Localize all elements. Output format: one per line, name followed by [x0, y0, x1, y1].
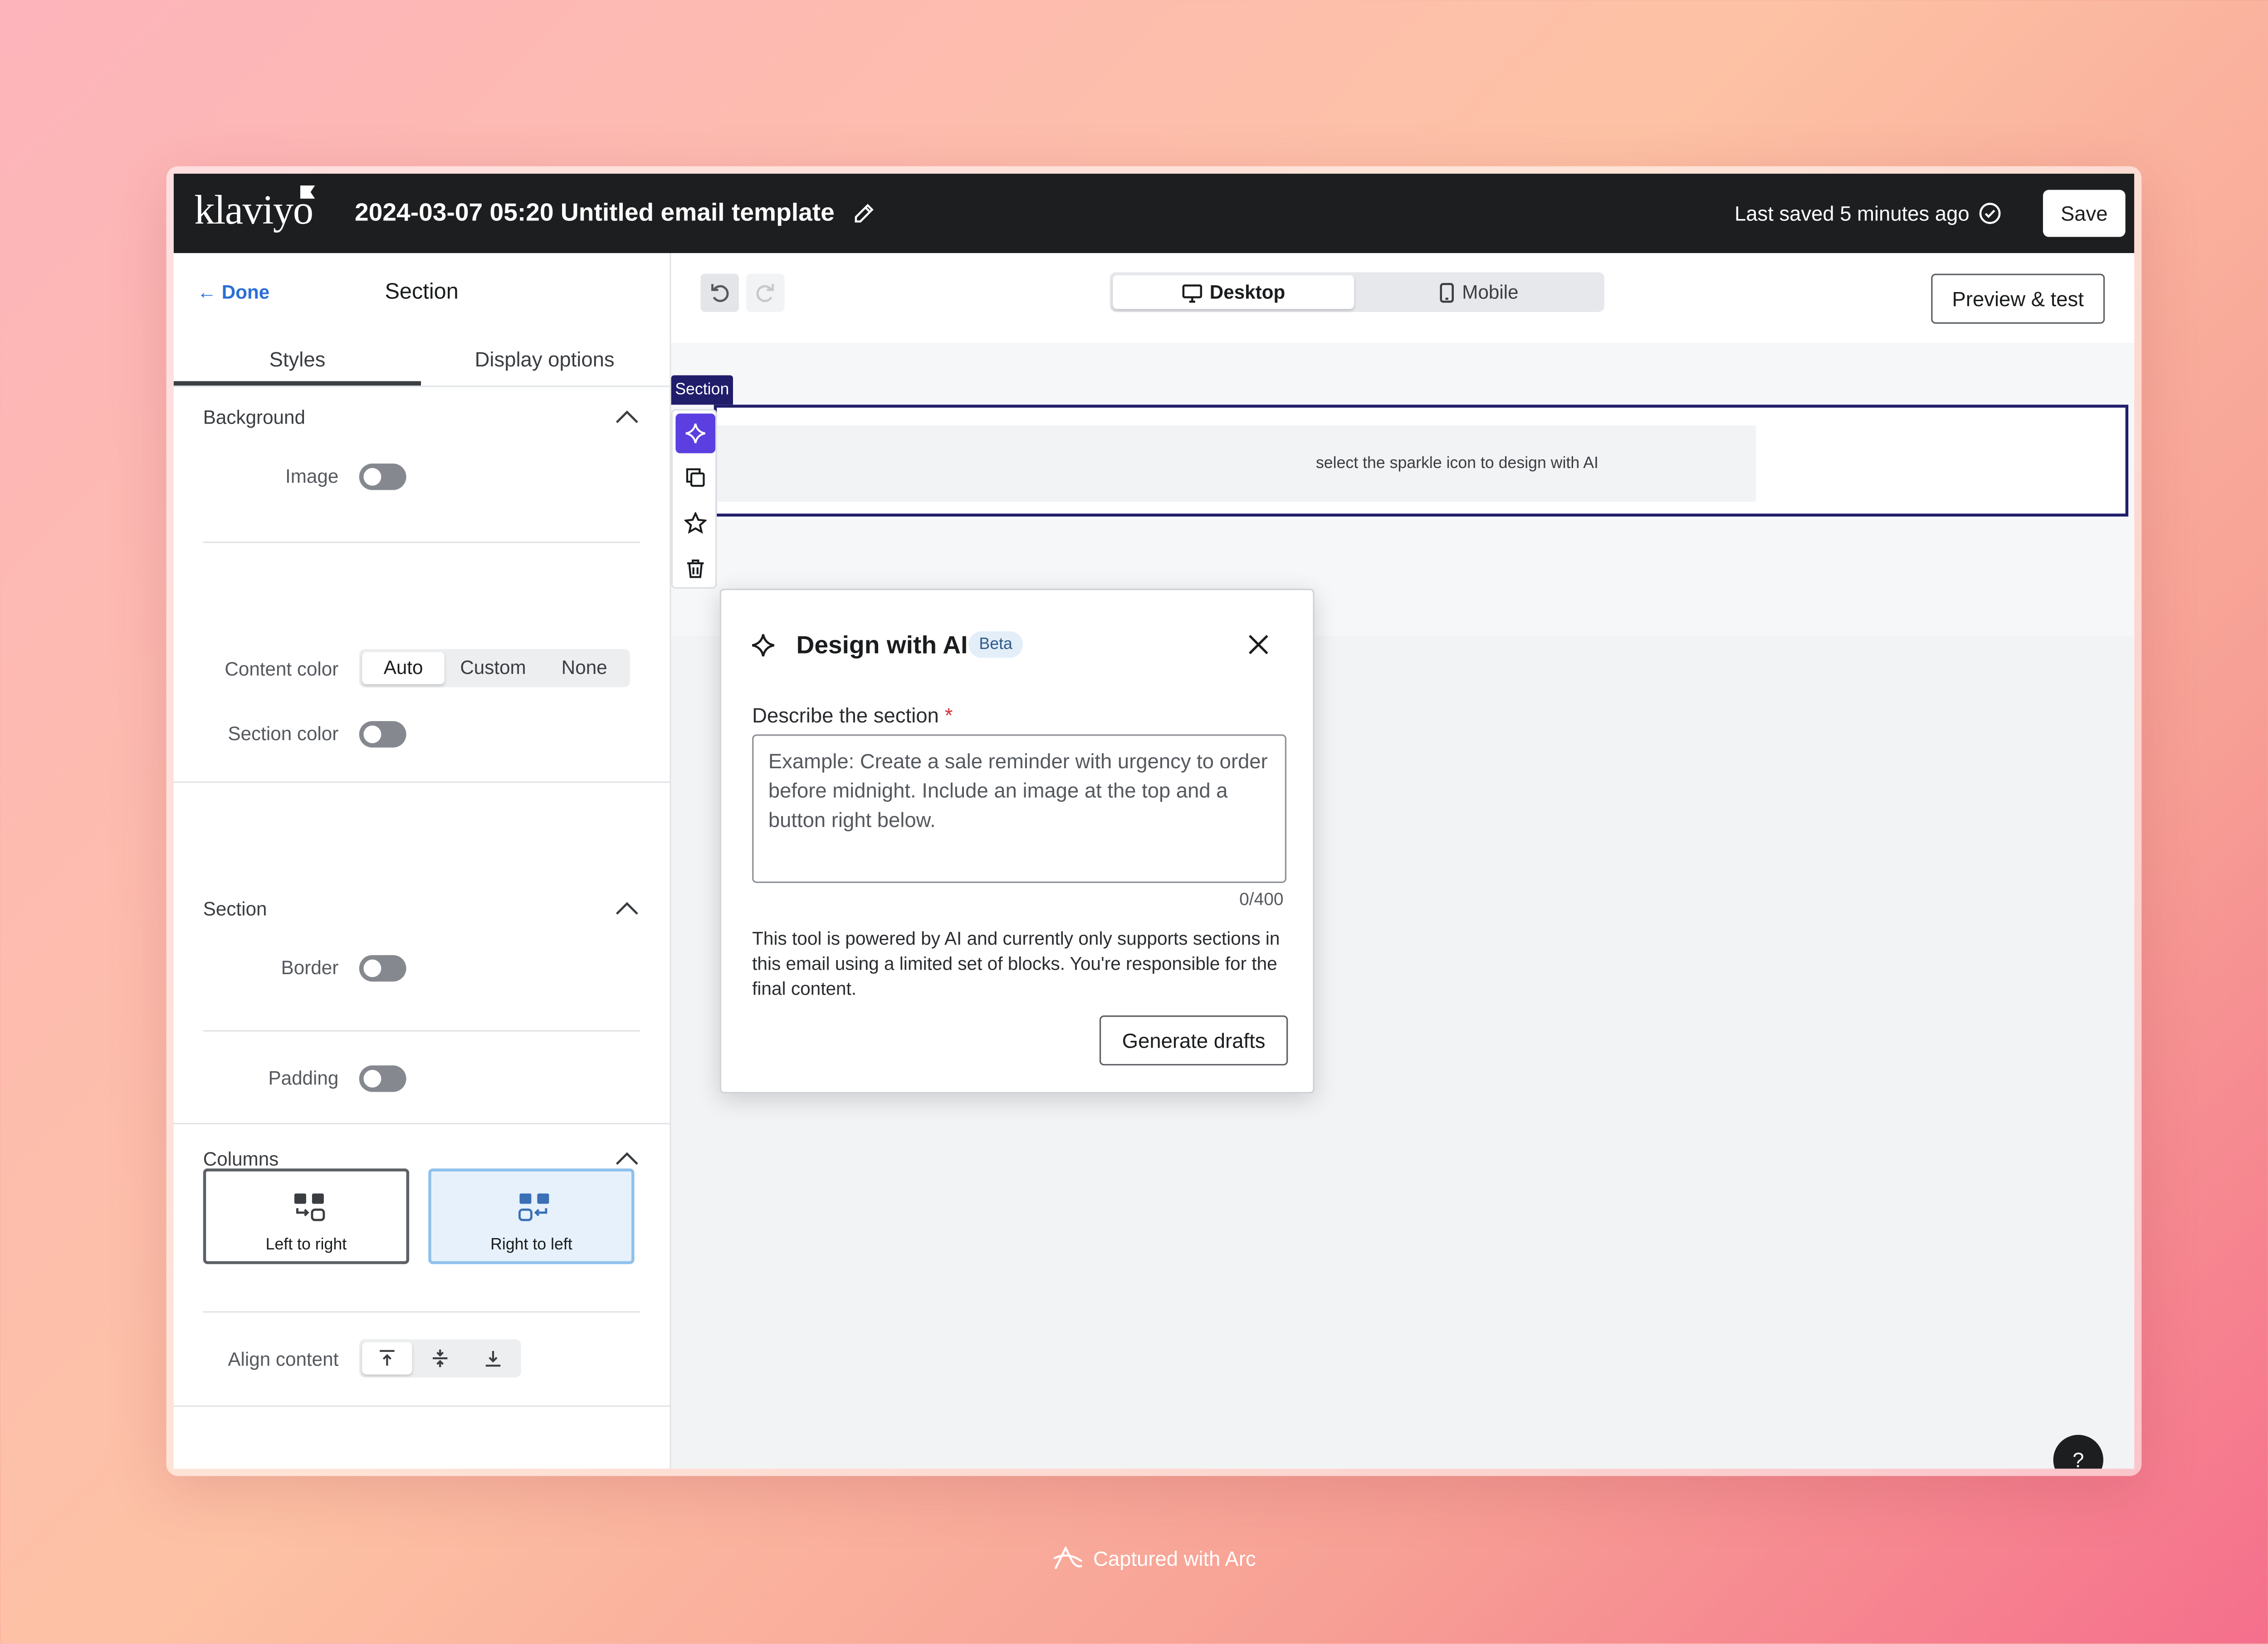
- section-settings-panel: ← Done Section Styles Display options Ba…: [173, 253, 671, 1469]
- describe-section-input[interactable]: [752, 734, 1287, 883]
- divider: [203, 1311, 640, 1313]
- image-label: Image: [285, 465, 339, 488]
- close-icon[interactable]: [1246, 633, 1270, 656]
- section-group-title: Section: [203, 898, 267, 920]
- captured-label: Captured with Arc: [1093, 1546, 1256, 1571]
- section-actions: [671, 409, 717, 589]
- undo-button[interactable]: [700, 273, 739, 312]
- empty-section-placeholder: select the sparkle icon to design with A…: [717, 425, 1756, 502]
- content-color-auto[interactable]: Auto: [362, 652, 445, 684]
- mobile-icon: [1440, 283, 1455, 303]
- left-to-right-option[interactable]: Left to right: [203, 1168, 410, 1264]
- image-toggle[interactable]: [359, 463, 406, 490]
- desktop-icon: [1182, 284, 1202, 303]
- canvas-toolbar: Desktop Mobile Preview & test: [671, 253, 2135, 345]
- duplicate-button[interactable]: [675, 458, 715, 498]
- sparkle-icon: [752, 634, 775, 657]
- align-middle-button[interactable]: [415, 1342, 465, 1374]
- right-to-left-label: Right to left: [490, 1236, 572, 1254]
- device-toggle: Desktop Mobile: [1110, 272, 1604, 312]
- mobile-label: Mobile: [1462, 281, 1519, 303]
- padding-toggle[interactable]: [359, 1065, 406, 1092]
- describe-section-text: Describe the section: [752, 703, 939, 727]
- section-color-toggle[interactable]: [359, 721, 406, 748]
- required-marker: *: [944, 703, 953, 727]
- columns-rtl-icon: [518, 1193, 549, 1221]
- dialog-title: Design with AI: [796, 631, 968, 659]
- design-with-ai-dialog: Design with AI Beta Describe the section…: [719, 588, 1315, 1093]
- check-circle-icon: [1979, 203, 2001, 224]
- align-bottom-button[interactable]: [468, 1342, 518, 1374]
- chevron-up-icon[interactable]: [615, 901, 639, 915]
- content-color-custom[interactable]: Custom: [447, 652, 538, 684]
- divider: [203, 541, 640, 543]
- chevron-up-icon[interactable]: [615, 1151, 639, 1166]
- align-top-icon: [380, 1350, 395, 1366]
- columns-group-title: Columns: [203, 1148, 279, 1170]
- background-group-title: Background: [203, 406, 305, 429]
- border-toggle[interactable]: [359, 955, 406, 982]
- last-saved-status: Last saved 5 minutes ago: [1734, 201, 1970, 225]
- undo-icon: [711, 284, 729, 302]
- save-button[interactable]: Save: [2043, 190, 2126, 237]
- align-content-label: Align content: [228, 1348, 339, 1371]
- content-color-label: Content color: [225, 658, 339, 680]
- right-to-left-option[interactable]: Right to left: [428, 1168, 635, 1264]
- active-tab-indicator: [173, 381, 421, 386]
- copy-icon: [686, 468, 705, 487]
- desktop-option[interactable]: Desktop: [1113, 275, 1354, 309]
- design-with-ai-button[interactable]: [675, 413, 716, 454]
- sparkle-icon: [685, 423, 705, 444]
- beta-badge: Beta: [968, 631, 1023, 658]
- captured-with-arc: Captured with Arc: [0, 1545, 2268, 1571]
- redo-button[interactable]: [746, 273, 785, 312]
- preview-test-button[interactable]: Preview & test: [1931, 273, 2105, 324]
- tab-styles[interactable]: Styles: [174, 347, 421, 371]
- border-label: Border: [281, 956, 339, 979]
- selected-section[interactable]: select the sparkle icon to design with A…: [714, 405, 2129, 517]
- save-as-favorite-button[interactable]: [675, 503, 715, 543]
- left-to-right-label: Left to right: [265, 1236, 347, 1254]
- panel-title: Section: [385, 279, 459, 305]
- character-counter: 0/400: [1239, 888, 1284, 910]
- align-bottom-icon: [485, 1351, 501, 1367]
- section-color-label: Section color: [228, 722, 339, 745]
- tab-divider: [173, 385, 670, 387]
- divider: [173, 1122, 670, 1125]
- tab-display-options[interactable]: Display options: [421, 347, 668, 371]
- content-color-none[interactable]: None: [542, 652, 627, 684]
- star-icon: [684, 512, 707, 534]
- generate-drafts-button[interactable]: Generate drafts: [1099, 1015, 1288, 1066]
- klaviyo-logo: klaviyo: [194, 188, 313, 234]
- mobile-option[interactable]: Mobile: [1357, 275, 1602, 309]
- top-bar: klaviyo 2024-03-07 05:20 Untitled email …: [173, 173, 2135, 254]
- describe-section-label: Describe the section *: [752, 703, 953, 727]
- align-middle-icon: [433, 1349, 448, 1367]
- delete-button[interactable]: [675, 549, 715, 589]
- pencil-icon[interactable]: [852, 202, 876, 225]
- divider: [203, 1030, 640, 1032]
- divider: [173, 781, 670, 783]
- trash-icon: [687, 559, 704, 578]
- chevron-up-icon[interactable]: [615, 409, 639, 424]
- padding-label: Padding: [268, 1067, 339, 1089]
- email-editor-app: klaviyo 2024-03-07 05:20 Untitled email …: [173, 173, 2135, 1469]
- placeholder-text: select the sparkle icon to design with A…: [1315, 454, 1598, 473]
- ai-disclaimer: This tool is powered by AI and currently…: [752, 928, 1280, 1000]
- divider: [173, 1405, 670, 1407]
- columns-ltr-icon: [294, 1193, 325, 1221]
- redo-icon: [756, 284, 774, 302]
- desktop-label: Desktop: [1209, 281, 1286, 303]
- align-content-group: [359, 1339, 521, 1378]
- align-top-button[interactable]: [362, 1342, 412, 1375]
- arc-logo-icon: [1053, 1546, 1082, 1570]
- help-button[interactable]: ?: [2053, 1434, 2103, 1469]
- template-title: 2024-03-07 05:20 Untitled email template: [355, 199, 835, 227]
- content-color-segmented: Auto Custom None: [359, 649, 630, 688]
- email-canvas: Desktop Mobile Preview & test Section se…: [671, 253, 2135, 1469]
- section-tag: Section: [671, 375, 733, 405]
